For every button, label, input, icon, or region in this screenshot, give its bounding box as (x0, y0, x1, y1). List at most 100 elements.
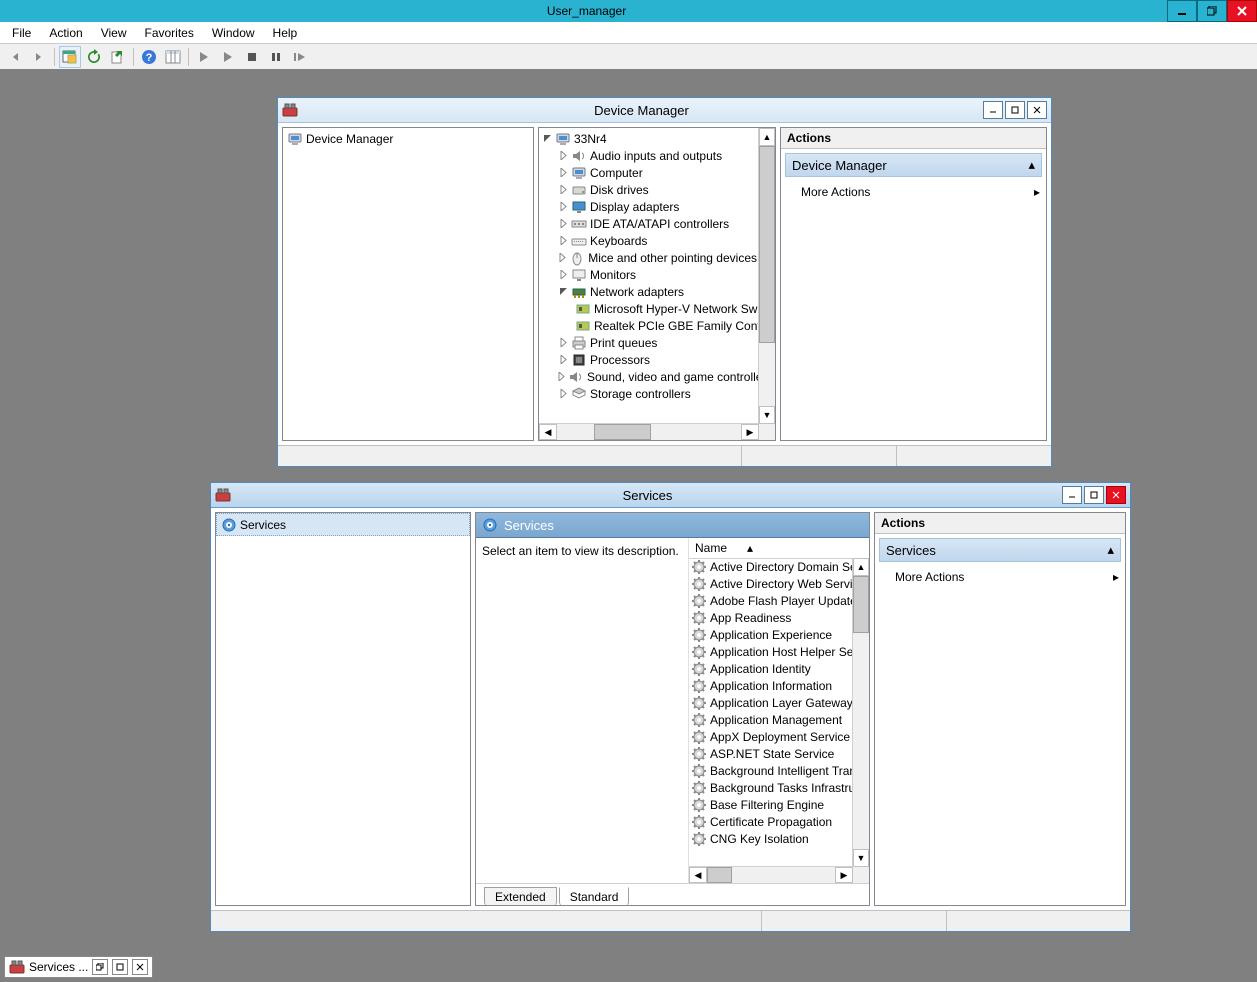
tb-stop-button[interactable] (241, 46, 263, 68)
scroll-down-button[interactable]: ▼ (853, 849, 869, 867)
services-window[interactable]: Services Services Services Sele (210, 482, 1131, 932)
tree-toggle[interactable] (541, 133, 553, 145)
tree-row[interactable]: Disk drives (541, 181, 757, 198)
devmgr-vscroll[interactable]: ▲ ▼ (758, 128, 775, 424)
tb-columns-button[interactable] (162, 46, 184, 68)
tb-play-button[interactable] (193, 46, 215, 68)
tree-row[interactable]: 33Nr4 (541, 130, 757, 147)
services-left-pane[interactable]: Services (215, 512, 471, 906)
tree-row[interactable]: Realtek PCIe GBE Family Controller (541, 317, 757, 334)
tree-row[interactable]: IDE ATA/ATAPI controllers (541, 215, 757, 232)
tree-row[interactable]: Computer (541, 164, 757, 181)
scroll-left-button[interactable]: ◀ (539, 424, 557, 440)
tb-back-button[interactable] (4, 46, 26, 68)
services-close-button[interactable] (1106, 486, 1126, 504)
services-actions-section[interactable]: Services ▴ (879, 538, 1121, 562)
tree-toggle[interactable] (557, 201, 569, 213)
devmgr-actions-section[interactable]: Device Manager ▴ (785, 153, 1042, 177)
taskbar-close-button[interactable] (132, 959, 148, 975)
service-row[interactable]: Application Host Helper Service (689, 643, 853, 660)
main-restore-button[interactable] (1197, 0, 1227, 22)
service-row[interactable]: AppX Deployment Service (AppXSVC) (689, 728, 853, 745)
menu-view[interactable]: View (93, 24, 135, 42)
main-close-button[interactable] (1227, 0, 1257, 22)
services-titlebar[interactable]: Services (211, 483, 1130, 508)
service-row[interactable]: Application Management (689, 711, 853, 728)
tree-toggle[interactable] (557, 218, 569, 230)
tb-export-button[interactable] (107, 46, 129, 68)
service-row[interactable]: Active Directory Web Services (689, 575, 853, 592)
devmgr-window[interactable]: Device Manager Device Manager 33Nr4Audio… (277, 97, 1052, 467)
tb-refresh-button[interactable] (83, 46, 105, 68)
tree-toggle[interactable] (557, 184, 569, 196)
devmgr-more-actions[interactable]: More Actions ▸ (781, 181, 1046, 203)
tree-row[interactable]: Sound, video and game controllers (541, 368, 757, 385)
services-col-header[interactable]: Name▴ (689, 538, 869, 559)
devmgr-maximize-button[interactable] (1005, 101, 1025, 119)
tree-row[interactable]: Microsoft Hyper-V Network Switch Default… (541, 300, 757, 317)
scroll-thumb[interactable] (759, 146, 775, 343)
service-row[interactable]: Certificate Propagation (689, 813, 853, 830)
menu-window[interactable]: Window (204, 24, 263, 42)
service-row[interactable]: App Readiness (689, 609, 853, 626)
tb-forward-button[interactable] (28, 46, 50, 68)
devmgr-minimize-button[interactable] (983, 101, 1003, 119)
tree-row[interactable]: Storage controllers (541, 385, 757, 402)
tb-properties-button[interactable] (59, 46, 81, 68)
tree-toggle[interactable] (557, 269, 569, 281)
tree-row[interactable]: Display adapters (541, 198, 757, 215)
tree-row[interactable]: Audio inputs and outputs (541, 147, 757, 164)
tree-toggle[interactable] (557, 371, 566, 383)
main-minimize-button[interactable] (1167, 0, 1197, 22)
services-list[interactable]: Name▴ Active Directory Domain ServicesAc… (688, 538, 869, 883)
service-row[interactable]: Application Identity (689, 660, 853, 677)
scroll-thumb-h[interactable] (707, 867, 732, 883)
tree-row[interactable]: Mice and other pointing devices (541, 249, 757, 266)
tree-row[interactable]: Processors (541, 351, 757, 368)
services-mid-pane[interactable]: Services Select an item to view its desc… (475, 512, 870, 906)
tb-play2-button[interactable] (217, 46, 239, 68)
service-row[interactable]: Active Directory Domain Services (689, 558, 853, 575)
menu-help[interactable]: Help (265, 24, 306, 42)
tree-toggle[interactable] (557, 150, 569, 162)
devmgr-titlebar[interactable]: Device Manager (278, 98, 1051, 123)
scroll-up-button[interactable]: ▲ (853, 558, 869, 576)
scroll-up-button[interactable]: ▲ (759, 128, 775, 146)
tree-toggle[interactable] (557, 388, 569, 400)
scroll-down-button[interactable]: ▼ (759, 406, 775, 424)
devmgr-left-pane[interactable]: Device Manager (282, 127, 534, 441)
devmgr-close-button[interactable] (1027, 101, 1047, 119)
tree-toggle[interactable] (557, 354, 569, 366)
scroll-left-button[interactable]: ◀ (689, 867, 707, 883)
menu-favorites[interactable]: Favorites (137, 24, 202, 42)
service-row[interactable]: CNG Key Isolation (689, 830, 853, 847)
services-hscroll[interactable]: ◀ ▶ (689, 866, 853, 883)
services-maximize-button[interactable] (1084, 486, 1104, 504)
scroll-thumb-h[interactable] (594, 424, 651, 440)
services-more-actions[interactable]: More Actions ▸ (875, 566, 1125, 588)
service-row[interactable]: Application Layer Gateway Service (689, 694, 853, 711)
services-left-item[interactable]: Services (216, 513, 470, 536)
tree-row[interactable]: Keyboards (541, 232, 757, 249)
scroll-right-button[interactable]: ▶ (835, 867, 853, 883)
tree-toggle[interactable] (557, 167, 569, 179)
tab-extended[interactable]: Extended (484, 887, 557, 906)
service-row[interactable]: Background Tasks Infrastructure Service (689, 779, 853, 796)
tree-row[interactable]: Network adapters (541, 283, 757, 300)
tree-toggle[interactable] (557, 286, 569, 298)
scroll-thumb[interactable] (853, 576, 869, 633)
service-row[interactable]: Application Experience (689, 626, 853, 643)
tb-help-button[interactable] (138, 46, 160, 68)
service-row[interactable]: ASP.NET State Service (689, 745, 853, 762)
service-row[interactable]: Application Information (689, 677, 853, 694)
devmgr-hscroll[interactable]: ◀ ▶ (539, 423, 759, 440)
taskbar-services-item[interactable]: Services ... (4, 956, 153, 978)
services-minimize-button[interactable] (1062, 486, 1082, 504)
taskbar-restore-button[interactable] (92, 959, 108, 975)
tb-pause-button[interactable] (265, 46, 287, 68)
menu-action[interactable]: Action (41, 24, 90, 42)
devmgr-left-item[interactable]: Device Manager (283, 128, 533, 149)
tree-row[interactable]: Print queues (541, 334, 757, 351)
tree-row[interactable]: Monitors (541, 266, 757, 283)
tree-toggle[interactable] (557, 252, 567, 264)
